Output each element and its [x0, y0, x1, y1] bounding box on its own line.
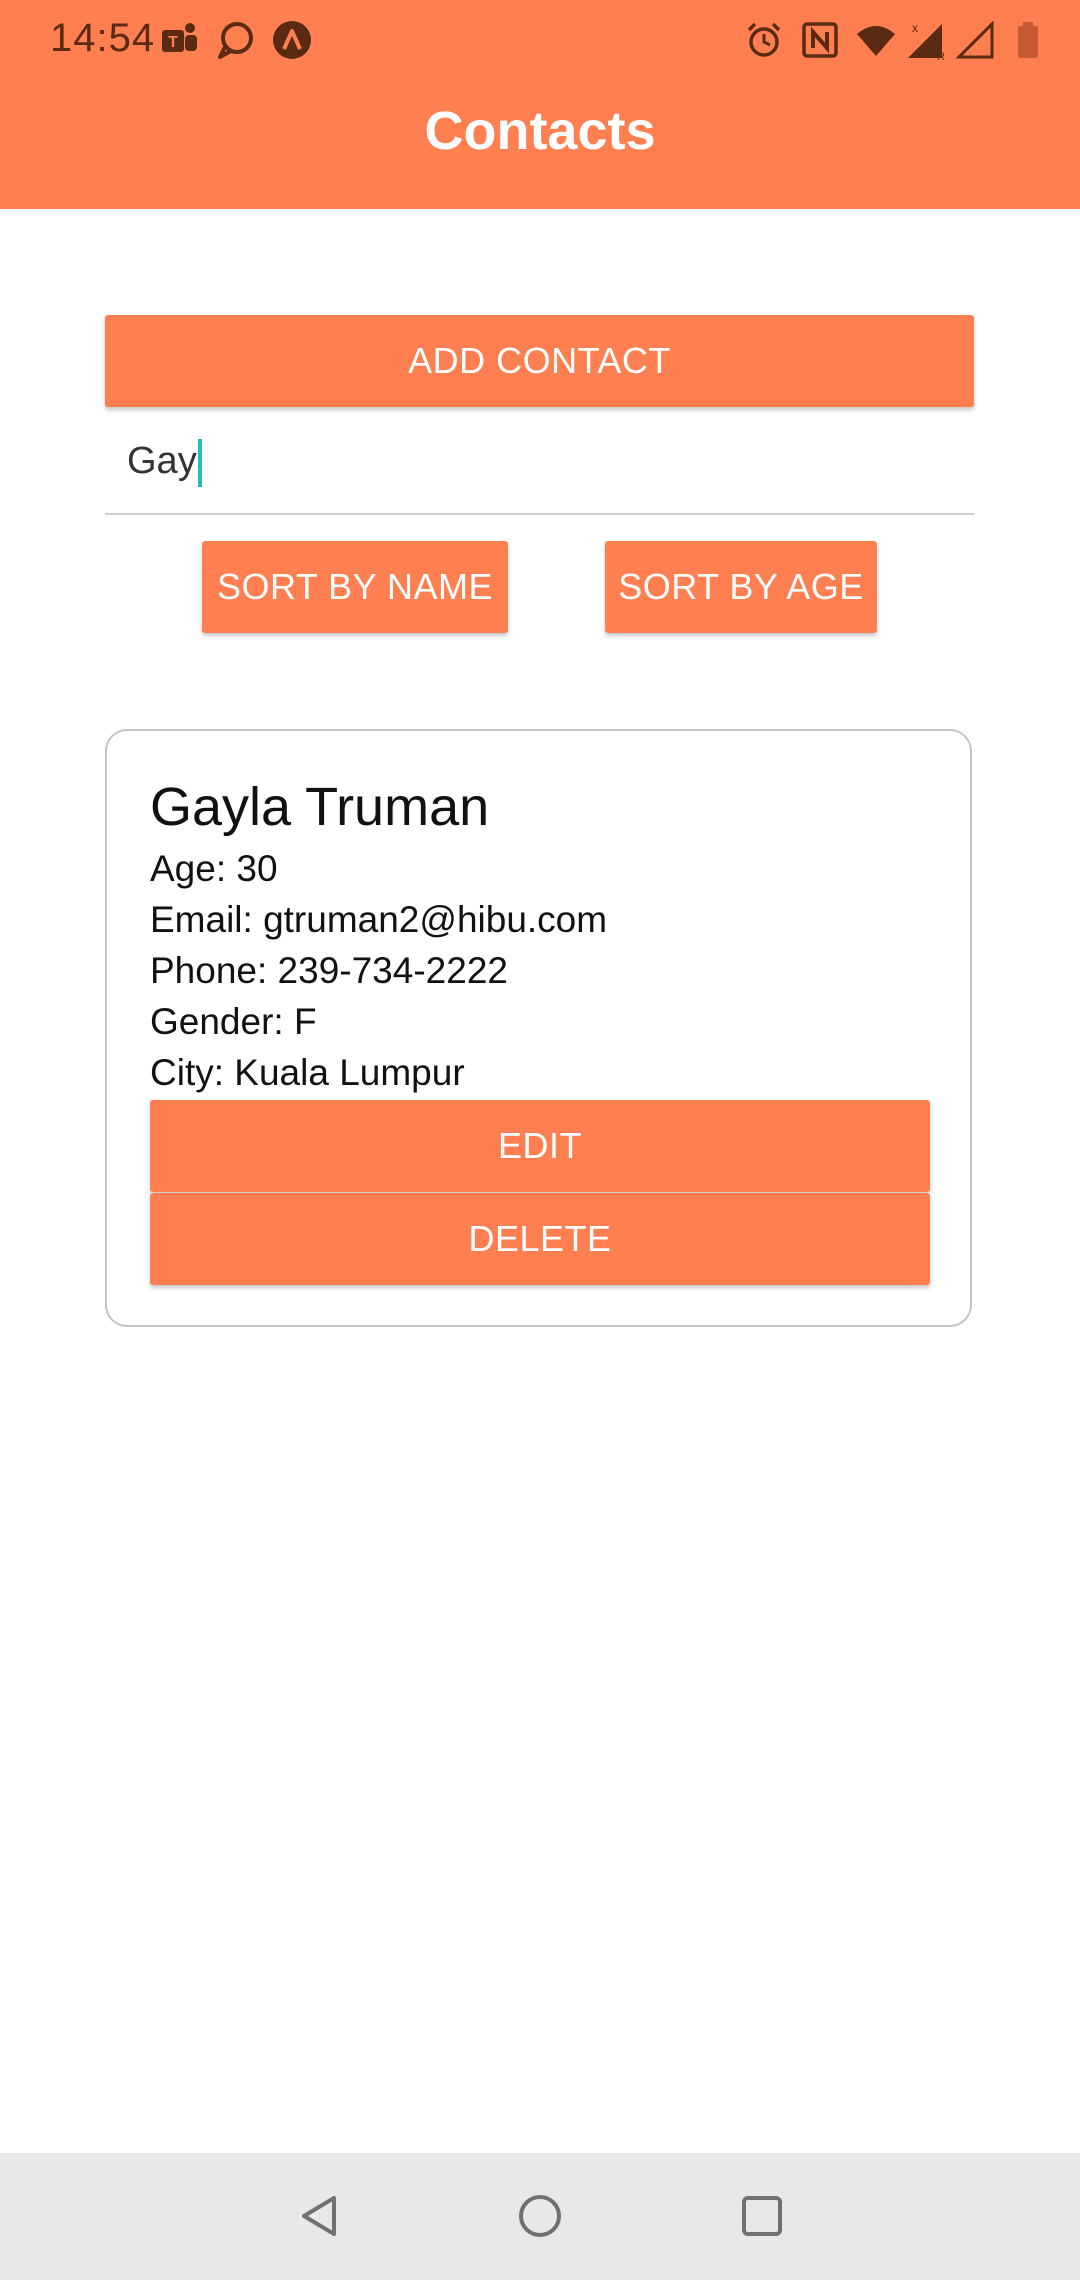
svg-text:T: T: [168, 34, 178, 51]
contact-city: City: Kuala Lumpur: [150, 1052, 465, 1093]
signal-r-icon: x R: [906, 20, 946, 63]
status-bar: 14:54 T x R: [0, 0, 1080, 80]
search-input[interactable]: Gay: [105, 425, 974, 515]
search-input-value: Gay: [127, 439, 202, 487]
back-icon[interactable]: [296, 2192, 344, 2240]
chat-bubble-icon: [216, 20, 256, 60]
text-caret: [197, 439, 202, 487]
contact-phone: Phone: 239-734-2222: [150, 950, 508, 991]
contact-age: Age: 30: [150, 848, 278, 889]
signal-icon: [955, 20, 996, 60]
svg-text:R: R: [937, 51, 945, 60]
alarm-icon: [744, 20, 784, 60]
edit-button[interactable]: EDIT: [150, 1100, 930, 1192]
status-time: 14:54: [50, 16, 156, 60]
nfc-icon: [800, 20, 840, 60]
teams-icon: T: [160, 20, 200, 60]
sort-by-age-button[interactable]: SORT BY AGE: [605, 541, 877, 633]
app-bar: 14:54 T x R Contacts: [0, 0, 1080, 209]
sort-by-name-button[interactable]: SORT BY NAME: [202, 541, 508, 633]
contact-gender: Gender: F: [150, 1001, 317, 1042]
home-icon[interactable]: [516, 2192, 564, 2240]
contact-name: Gayla Truman: [150, 777, 490, 837]
svg-text:x: x: [912, 21, 918, 35]
wifi-icon: [856, 20, 896, 60]
page-title: Contacts: [424, 101, 656, 161]
battery-icon: [1008, 20, 1048, 60]
contact-email: Email: gtruman2@hibu.com: [150, 899, 608, 940]
add-contact-button[interactable]: ADD CONTACT: [105, 315, 974, 407]
app-a-icon: [272, 20, 312, 60]
recents-icon[interactable]: [738, 2192, 786, 2240]
delete-button[interactable]: DELETE: [150, 1193, 930, 1285]
